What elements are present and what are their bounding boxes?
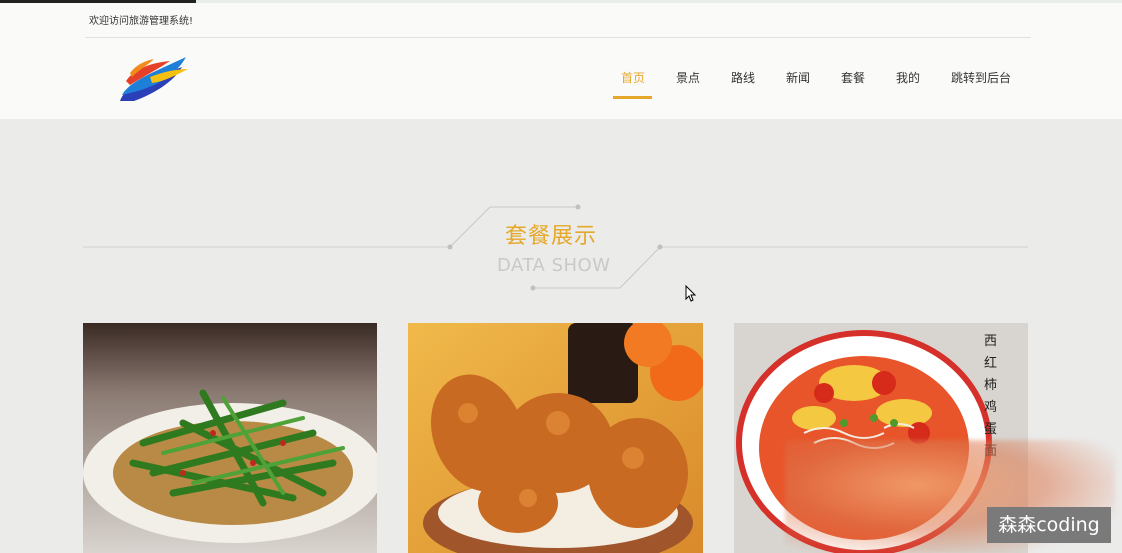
logo-icon <box>120 57 188 101</box>
watermark: 森森coding <box>987 507 1111 543</box>
welcome-text: 欢迎访问旅游管理系统! <box>89 16 194 27</box>
nav-routes[interactable]: 路线 <box>731 69 755 86</box>
section-title-cn: 套餐展示 <box>505 224 598 249</box>
package-card-2[interactable] <box>408 323 703 553</box>
section-title: 套餐展示 DATA SHOW <box>0 200 1122 300</box>
section-title-decoration <box>83 204 1028 291</box>
mouse-cursor-icon <box>685 284 697 307</box>
package-image-1 <box>83 323 377 553</box>
nav-attractions[interactable]: 景点 <box>676 69 700 86</box>
package-card-1[interactable] <box>83 323 377 553</box>
package-image-2 <box>408 323 703 553</box>
nav-admin[interactable]: 跳转到后台 <box>951 69 1011 86</box>
header-divider <box>85 37 1031 38</box>
section-title-en: DATA SHOW <box>497 255 611 276</box>
nav-mine[interactable]: 我的 <box>896 69 920 86</box>
site-logo[interactable] <box>116 51 192 109</box>
nav-home[interactable]: 首页 <box>621 69 645 86</box>
nav-packages[interactable]: 套餐 <box>841 69 865 86</box>
nav-active-indicator <box>613 96 652 99</box>
site-header: 欢迎访问旅游管理系统! 首页 景点 路线 新闻 套餐 我的 跳转到后台 <box>0 3 1122 119</box>
nav-news[interactable]: 新闻 <box>786 69 810 86</box>
